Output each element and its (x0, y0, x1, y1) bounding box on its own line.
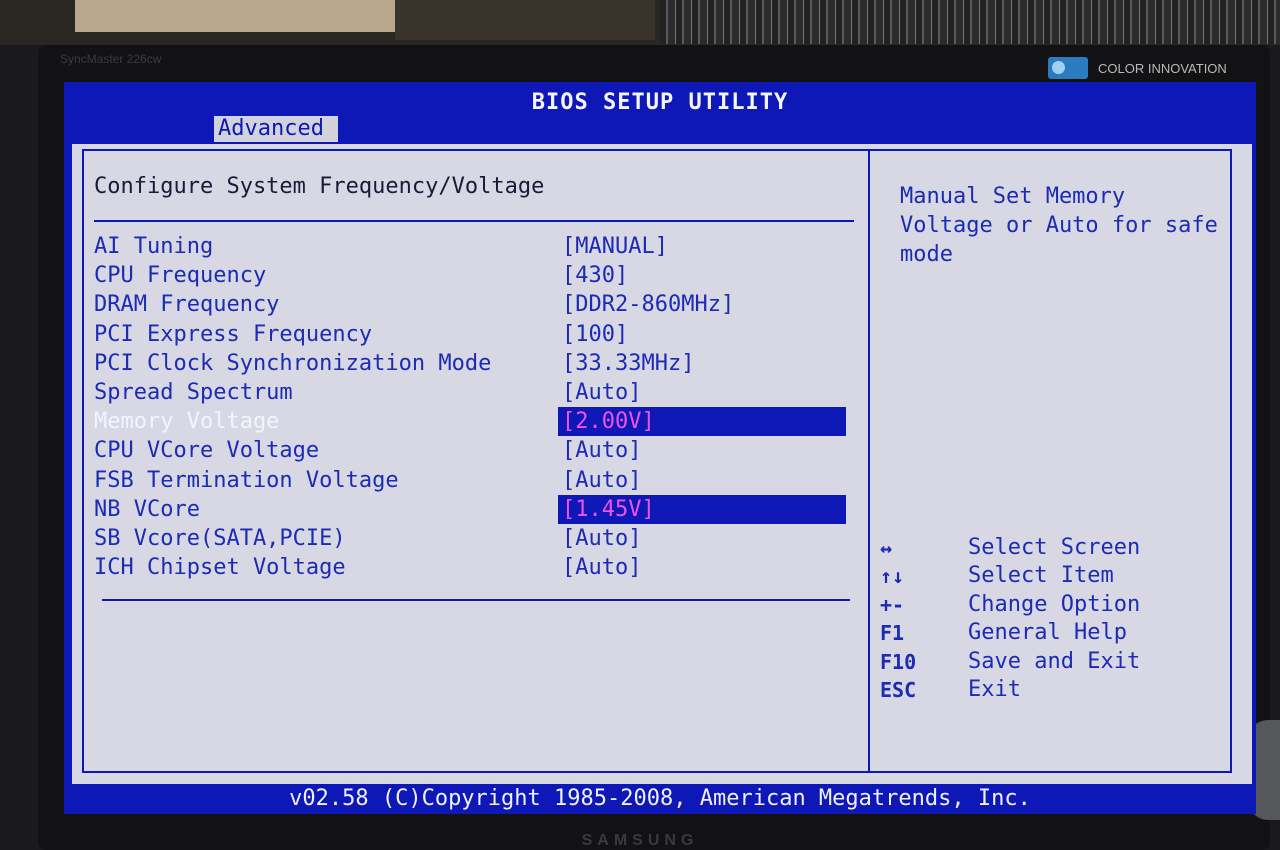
tab-advanced[interactable]: Advanced (214, 116, 338, 142)
heading-divider (94, 220, 854, 222)
setting-value-highlighted[interactable]: [2.00V] (558, 407, 846, 437)
background-paper (75, 0, 395, 32)
key-description: General Help (968, 620, 1127, 646)
setting-value[interactable]: [DDR2-860MHz] (562, 290, 734, 319)
setting-label: CPU VCore Voltage (94, 438, 320, 464)
up-down-arrow-icon: ↑↓ (880, 564, 905, 589)
key-description: Change Option (968, 591, 1141, 617)
key-legend-row: +- Change Option (880, 591, 1220, 619)
background-shelf (395, 0, 655, 40)
setting-label: AI Tuning (94, 234, 214, 259)
monitor-badge-text: COLOR INNOVATION (1098, 60, 1227, 76)
setting-value[interactable]: [33.33MHz] (562, 349, 694, 378)
setting-value[interactable]: [Auto] (562, 524, 641, 553)
setting-label: DRAM Frequency (94, 292, 280, 318)
key-description: Exit (968, 676, 1021, 702)
setting-label: PCI Express Frequency (94, 321, 373, 347)
setting-value[interactable]: [430] (562, 261, 628, 290)
setting-value[interactable]: [Auto] (562, 378, 641, 407)
background-decoration (660, 0, 1280, 44)
setting-row-ai-tuning[interactable]: AI Tuning [MANUAL] (94, 232, 854, 261)
monitor-model-label: SyncMaster 226cw (60, 52, 162, 66)
key-legend-row: F10 Save and Exit (880, 648, 1220, 676)
setting-row-fsb-termination-voltage[interactable]: FSB Termination Voltage [Auto] (94, 466, 854, 495)
key-legend-row: ESC Exit (880, 676, 1220, 704)
monitor-badge: COLOR INNOVATION (1048, 56, 1248, 80)
color-innovation-icon (1048, 57, 1088, 79)
setting-value-highlighted[interactable]: [1.45V] (558, 494, 846, 524)
setting-row-cpu-vcore-voltage[interactable]: CPU VCore Voltage [Auto] (94, 436, 854, 465)
setting-row-pci-clock-sync[interactable]: PCI Clock Synchronization Mode [33.33MHz… (94, 349, 854, 378)
setting-row-cpu-frequency[interactable]: CPU Frequency [430] (94, 261, 854, 290)
setting-value[interactable]: [Auto] (562, 436, 641, 465)
setting-row-spread-spectrum[interactable]: Spread Spectrum [Auto] (94, 378, 854, 407)
key-description: Save and Exit (968, 648, 1141, 674)
help-text: Manual Set Memory Voltage or Auto for sa… (900, 184, 1218, 267)
key-legend: ↔ Select Screen ↑↓ Select Item +- Change… (880, 534, 1220, 704)
plus-minus-key: +- (880, 592, 905, 617)
setting-label: ICH Chipset Voltage (94, 555, 346, 581)
bios-screen: BIOS SETUP UTILITY Advanced Configure Sy… (64, 82, 1256, 814)
settings-list: AI Tuning [MANUAL] CPU Frequency [430] D… (94, 232, 854, 582)
setting-label: CPU Frequency (94, 263, 267, 289)
setting-label-selected: Memory Voltage (94, 409, 280, 435)
key-legend-row: ↑↓ Select Item (880, 562, 1220, 590)
left-right-arrow-icon: ↔ (880, 536, 893, 560)
setting-value[interactable]: [Auto] (562, 466, 641, 495)
setting-value[interactable]: [MANUAL] (562, 232, 668, 261)
setting-row-memory-voltage[interactable]: Memory Voltage [2.00V] (94, 407, 854, 437)
setting-row-dram-frequency[interactable]: DRAM Frequency [DDR2-860MHz] (94, 290, 854, 319)
f10-key: F10 (880, 649, 917, 674)
setting-row-ich-chipset-voltage[interactable]: ICH Chipset Voltage [Auto] (94, 553, 854, 582)
esc-key: ESC (880, 677, 917, 702)
setting-row-sb-vcore[interactable]: SB Vcore(SATA,PCIE) [Auto] (94, 524, 854, 553)
list-bottom-divider (102, 599, 850, 601)
setting-label: NB VCore (94, 496, 200, 522)
setting-value[interactable]: [Auto] (562, 553, 641, 582)
setting-row-pci-express-frequency[interactable]: PCI Express Frequency [100] (94, 320, 854, 349)
setting-label: SB Vcore(SATA,PCIE) (94, 525, 346, 551)
key-legend-row: F1 General Help (880, 619, 1220, 647)
setting-row-nb-vcore[interactable]: NB VCore [1.45V] (94, 494, 854, 524)
copyright-footer: v02.58 (C)Copyright 1985-2008, American … (289, 786, 1031, 811)
setting-label: Spread Spectrum (94, 379, 293, 405)
bios-tab-bar: Advanced (64, 114, 1256, 144)
monitor-brand-logo: SAMSUNG (581, 832, 699, 849)
setting-value[interactable]: [100] (562, 320, 628, 349)
bios-title: BIOS SETUP UTILITY (531, 90, 789, 115)
key-description: Select Item (968, 563, 1114, 589)
setting-label: PCI Clock Synchronization Mode (94, 350, 492, 376)
key-legend-row: ↔ Select Screen (880, 534, 1220, 562)
key-description: Select Screen (968, 535, 1141, 560)
background-environment (0, 0, 1280, 45)
setting-label: FSB Termination Voltage (94, 467, 399, 493)
section-heading: Configure System Frequency/Voltage (94, 174, 545, 199)
bios-content-area: Configure System Frequency/Voltage AI Tu… (72, 144, 1252, 784)
f1-key: F1 (880, 621, 905, 646)
